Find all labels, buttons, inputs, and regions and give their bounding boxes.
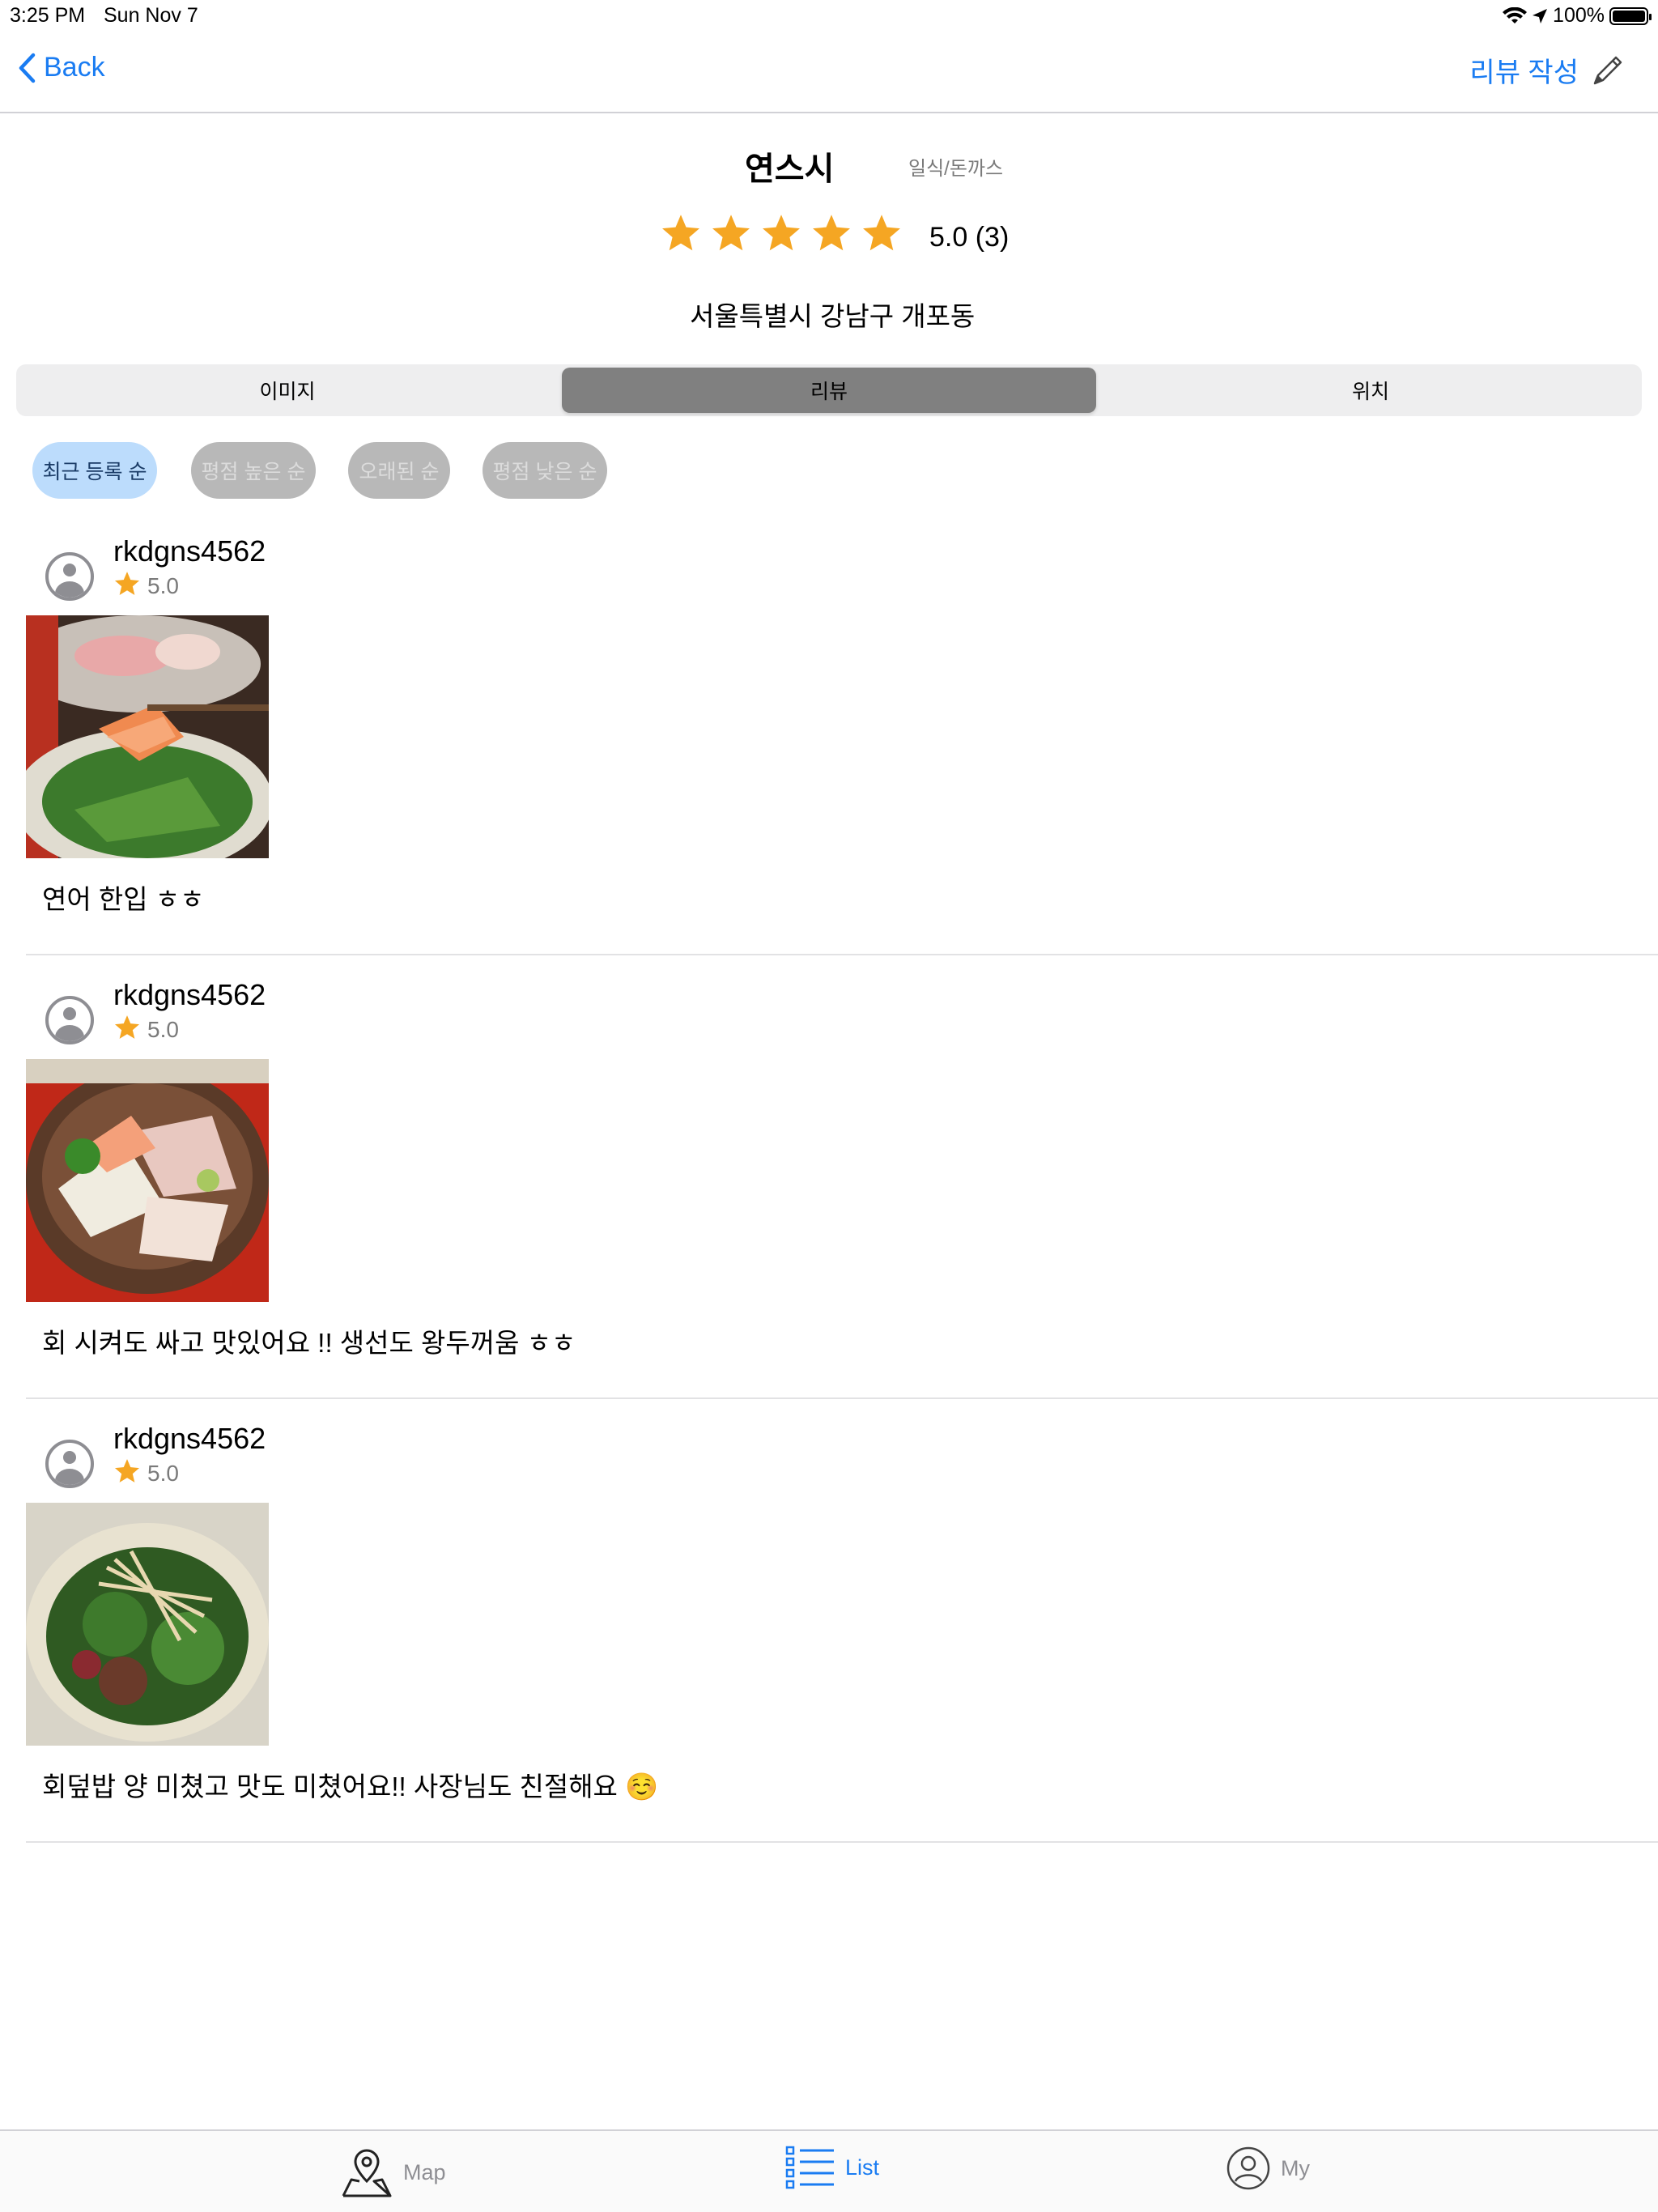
avatar-icon [45, 552, 94, 601]
review-item: rkdgns4562 5.0 연어 한입 ㅎㅎ [0, 512, 1658, 955]
star-icon [763, 215, 800, 251]
tab-map-label: Map [403, 2159, 446, 2184]
review-item: rkdgns4562 5.0 회덮밥 양 미쳤고 맛도 미쳤어요!! 사장님도 … [0, 1399, 1658, 1843]
store-category: 일식/돈까스 [908, 158, 1004, 180]
review-photo[interactable] [26, 615, 269, 858]
battery-icon [1609, 6, 1652, 25]
tab-list[interactable]: List [785, 2146, 879, 2189]
status-date: Sun Nov 7 [104, 4, 198, 27]
tab-images[interactable]: 이미지 [16, 368, 559, 413]
store-rating-text: 5.0 (3) [929, 222, 1010, 253]
review-score: 5.0 [147, 1017, 179, 1042]
avatar-icon [45, 996, 94, 1044]
sort-oldest-chip[interactable]: 오래된 순 [348, 442, 450, 499]
sort-highest-rating-chip[interactable]: 평점 높은 순 [191, 442, 316, 499]
profile-icon [1226, 2146, 1270, 2190]
review-score: 5.0 [147, 573, 179, 598]
sort-lowest-rating-chip[interactable]: 평점 낮은 순 [483, 442, 607, 499]
store-address: 서울특별시 강남구 개포동 [690, 301, 976, 331]
location-arrow-icon [1533, 8, 1548, 23]
review-comment: 회덮밥 양 미쳤고 맛도 미쳤어요!! 사장님도 친절해요 ☺️ [42, 1772, 659, 1802]
status-bar: 3:25 PM Sun Nov 7 100% [0, 0, 1658, 32]
review-photo[interactable] [26, 1503, 269, 1746]
star-icon [114, 1015, 140, 1039]
write-review-button[interactable]: 리뷰 작성 [1469, 50, 1626, 90]
avatar-icon [45, 1440, 94, 1488]
review-comment: 연어 한입 ㅎㅎ [42, 884, 205, 914]
sort-recent-chip[interactable]: 최근 등록 순 [32, 442, 157, 499]
star-icon [712, 215, 750, 251]
review-item: rkdgns4562 5.0 회 시켜도 싸고 맛있어요 !! 생선도 왕두꺼움… [0, 955, 1658, 1399]
review-username: rkdgns4562 [113, 978, 266, 1011]
review-score: 5.0 [147, 1461, 179, 1486]
star-icon [114, 572, 140, 595]
review-comment: 회 시켜도 싸고 맛있어요 !! 생선도 왕두꺼움 ㅎㅎ [42, 1328, 576, 1358]
star-icon [114, 1459, 140, 1482]
tab-location[interactable]: 위치 [1099, 368, 1642, 413]
tab-my[interactable]: My [1226, 2146, 1310, 2191]
tab-list-label: List [845, 2155, 880, 2180]
tab-reviews[interactable]: 리뷰 [562, 368, 1096, 413]
tab-my-label: My [1281, 2155, 1310, 2180]
map-pin-icon [342, 2149, 392, 2197]
tab-map[interactable]: Map [340, 2146, 446, 2199]
review-photo[interactable] [26, 1059, 269, 1302]
tab-bar: Map List My [0, 2129, 1658, 2212]
back-label: Back [44, 52, 105, 83]
section-segmented-control: 이미지 리뷰 위치 [16, 364, 1642, 416]
star-icon [813, 215, 850, 251]
pen-icon [1593, 56, 1622, 84]
navigation-bar: Back 리뷰 작성 [0, 32, 1658, 113]
divider [26, 1841, 1658, 1843]
list-icon [785, 2146, 834, 2189]
status-indicators: 100% [1503, 4, 1652, 28]
store-rating-stars [660, 212, 903, 254]
star-icon [863, 215, 900, 251]
back-button[interactable]: Back [18, 52, 105, 83]
write-review-label: 리뷰 작성 [1469, 57, 1579, 88]
status-time: 3:25 PM [10, 4, 86, 27]
battery-percent: 100% [1553, 4, 1605, 27]
review-username: rkdgns4562 [113, 534, 266, 568]
store-name: 연스시 [745, 151, 835, 187]
star-icon [662, 215, 699, 251]
wifi-icon [1503, 6, 1528, 23]
chevron-left-icon [19, 53, 36, 83]
review-username: rkdgns4562 [113, 1422, 266, 1455]
